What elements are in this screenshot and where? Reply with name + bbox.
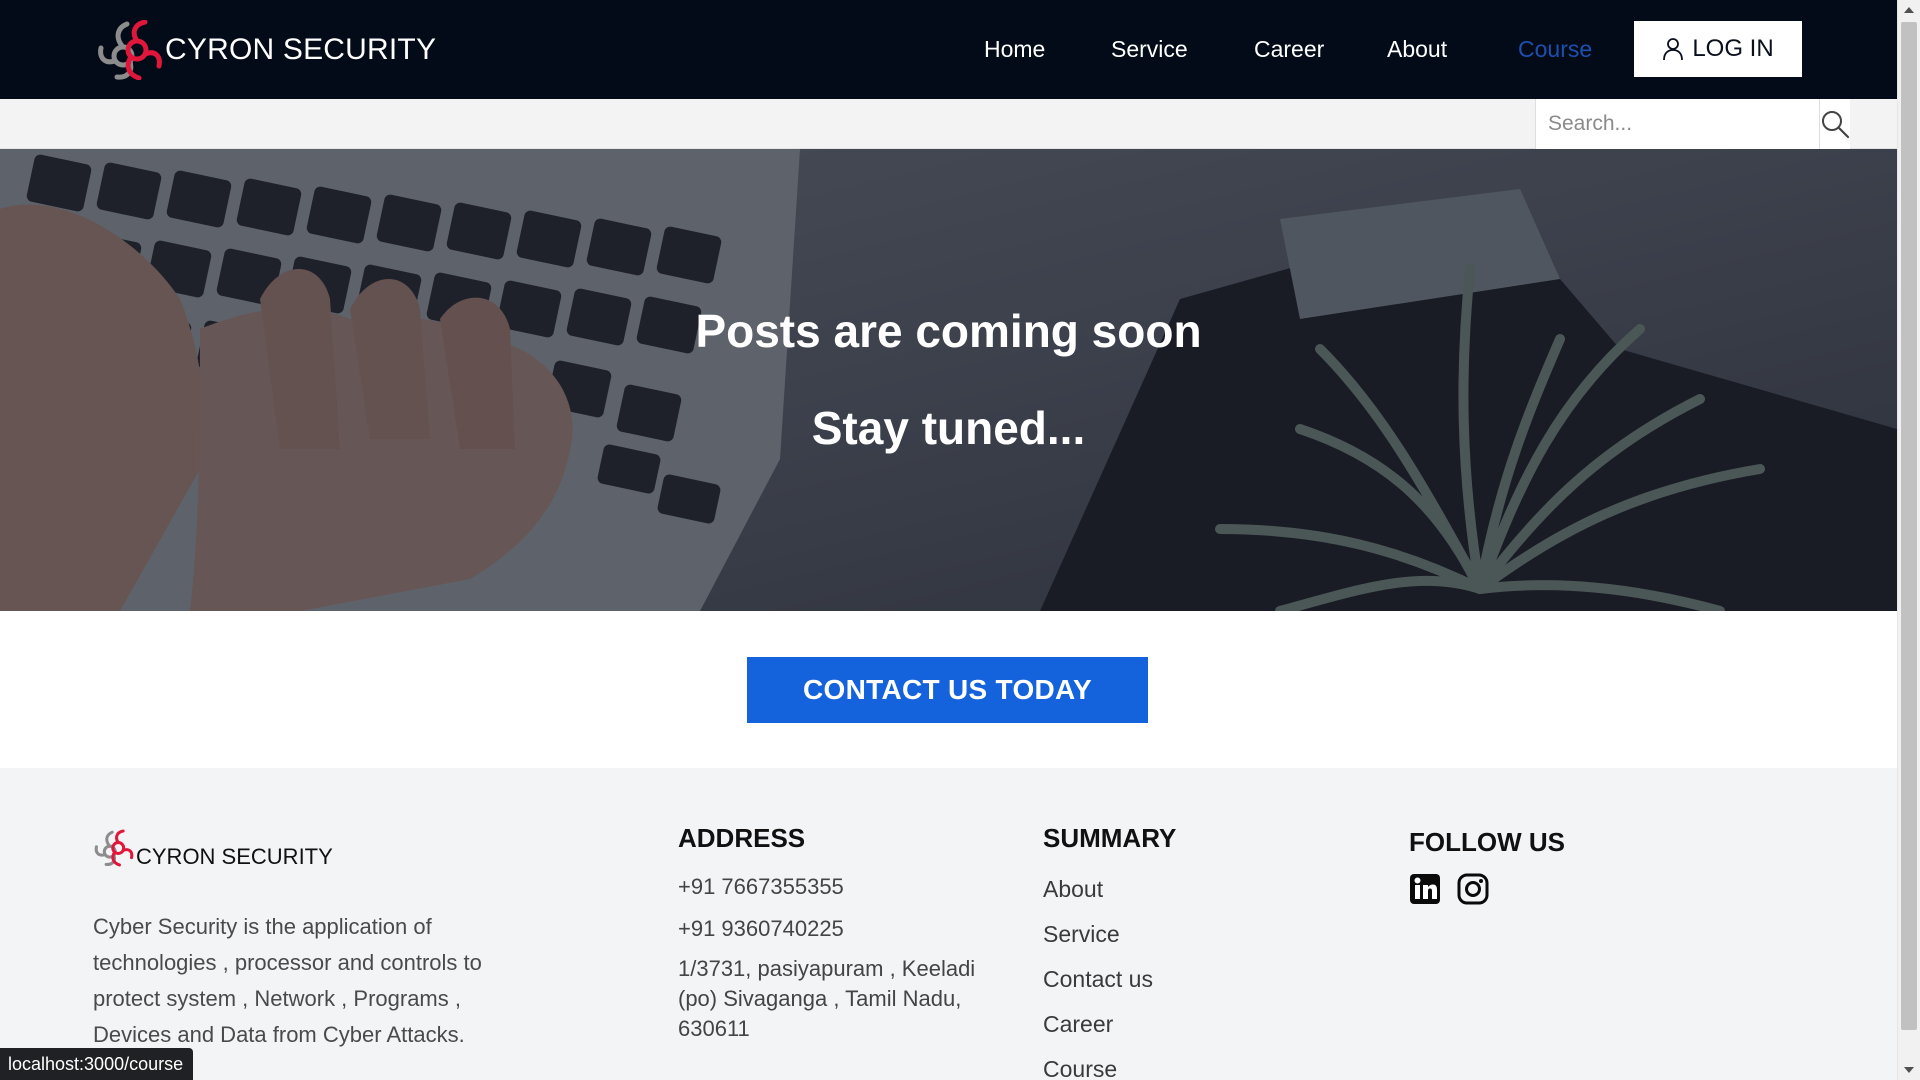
postal-address: 1/3731, pasiyapuram , Keeladi (po) Sivag… (678, 956, 976, 1041)
instagram-link[interactable] (1457, 873, 1505, 905)
linkedin-icon (1410, 874, 1440, 904)
address-heading: ADDRESS (678, 823, 806, 853)
search-bar (0, 99, 1897, 149)
login-button[interactable]: LOG IN (1634, 21, 1802, 77)
hero-subtitle: Stay tuned... (811, 402, 1086, 454)
hero-banner: Posts are coming soon Stay tuned... (0, 149, 1897, 611)
main-nav: Home Service Career About Course (0, 0, 1897, 99)
hero-title: Posts are coming soon (695, 305, 1202, 357)
summary-heading: SUMMARY (1043, 823, 1177, 853)
footer-link-career[interactable]: Career (1043, 1011, 1113, 1038)
footer: CYRON SECURITY Cyber Security is the app… (0, 768, 1897, 1080)
search-button[interactable] (1819, 99, 1850, 149)
footer-link-contact-us[interactable]: Contact us (1043, 966, 1153, 993)
nav-link-course[interactable]: Course (1518, 36, 1592, 63)
hero-overlay (0, 149, 1897, 611)
nav-link-home[interactable]: Home (984, 36, 1045, 63)
biohazard-logo-icon (94, 829, 134, 867)
nav-link-career[interactable]: Career (1254, 36, 1324, 63)
navbar: CYRON SECURITY Home Service Career About… (0, 0, 1897, 99)
follow-us-heading: FOLLOW US (1409, 827, 1565, 857)
contact-us-button[interactable]: CONTACT US TODAY (747, 657, 1148, 723)
scroll-down-arrow-icon[interactable] (1898, 1060, 1920, 1080)
phone-number-1: +91 7667355355 (678, 874, 844, 899)
vertical-scrollbar[interactable] (1897, 0, 1920, 1080)
footer-brand: CYRON SECURITY (94, 828, 333, 869)
footer-link-course[interactable]: Course (1043, 1056, 1117, 1080)
user-icon (1663, 38, 1684, 61)
nav-link-service[interactable]: Service (1111, 36, 1188, 63)
search-box (1535, 99, 1850, 149)
social-links (1409, 873, 1505, 905)
scrollbar-thumb[interactable] (1901, 22, 1917, 1030)
search-icon (1822, 111, 1850, 139)
login-label: LOG IN (1692, 35, 1774, 62)
page: CYRON SECURITY Home Service Career About… (0, 0, 1897, 1080)
status-bar-url: localhost:3000/course (0, 1048, 194, 1080)
phone-number-2: +91 9360740225 (678, 916, 844, 941)
footer-link-service[interactable]: Service (1043, 921, 1120, 948)
search-input[interactable] (1536, 99, 1819, 149)
footer-link-about[interactable]: About (1043, 876, 1103, 903)
footer-description: Cyber Security is the application of tec… (93, 914, 482, 1047)
nav-link-about[interactable]: About (1387, 36, 1447, 63)
footer-brand-name: CYRON SECURITY (136, 844, 333, 869)
cta-section: CONTACT US TODAY (0, 611, 1897, 768)
scroll-up-arrow-icon[interactable] (1898, 0, 1920, 20)
instagram-icon (1457, 873, 1489, 905)
linkedin-link[interactable] (1409, 873, 1457, 905)
